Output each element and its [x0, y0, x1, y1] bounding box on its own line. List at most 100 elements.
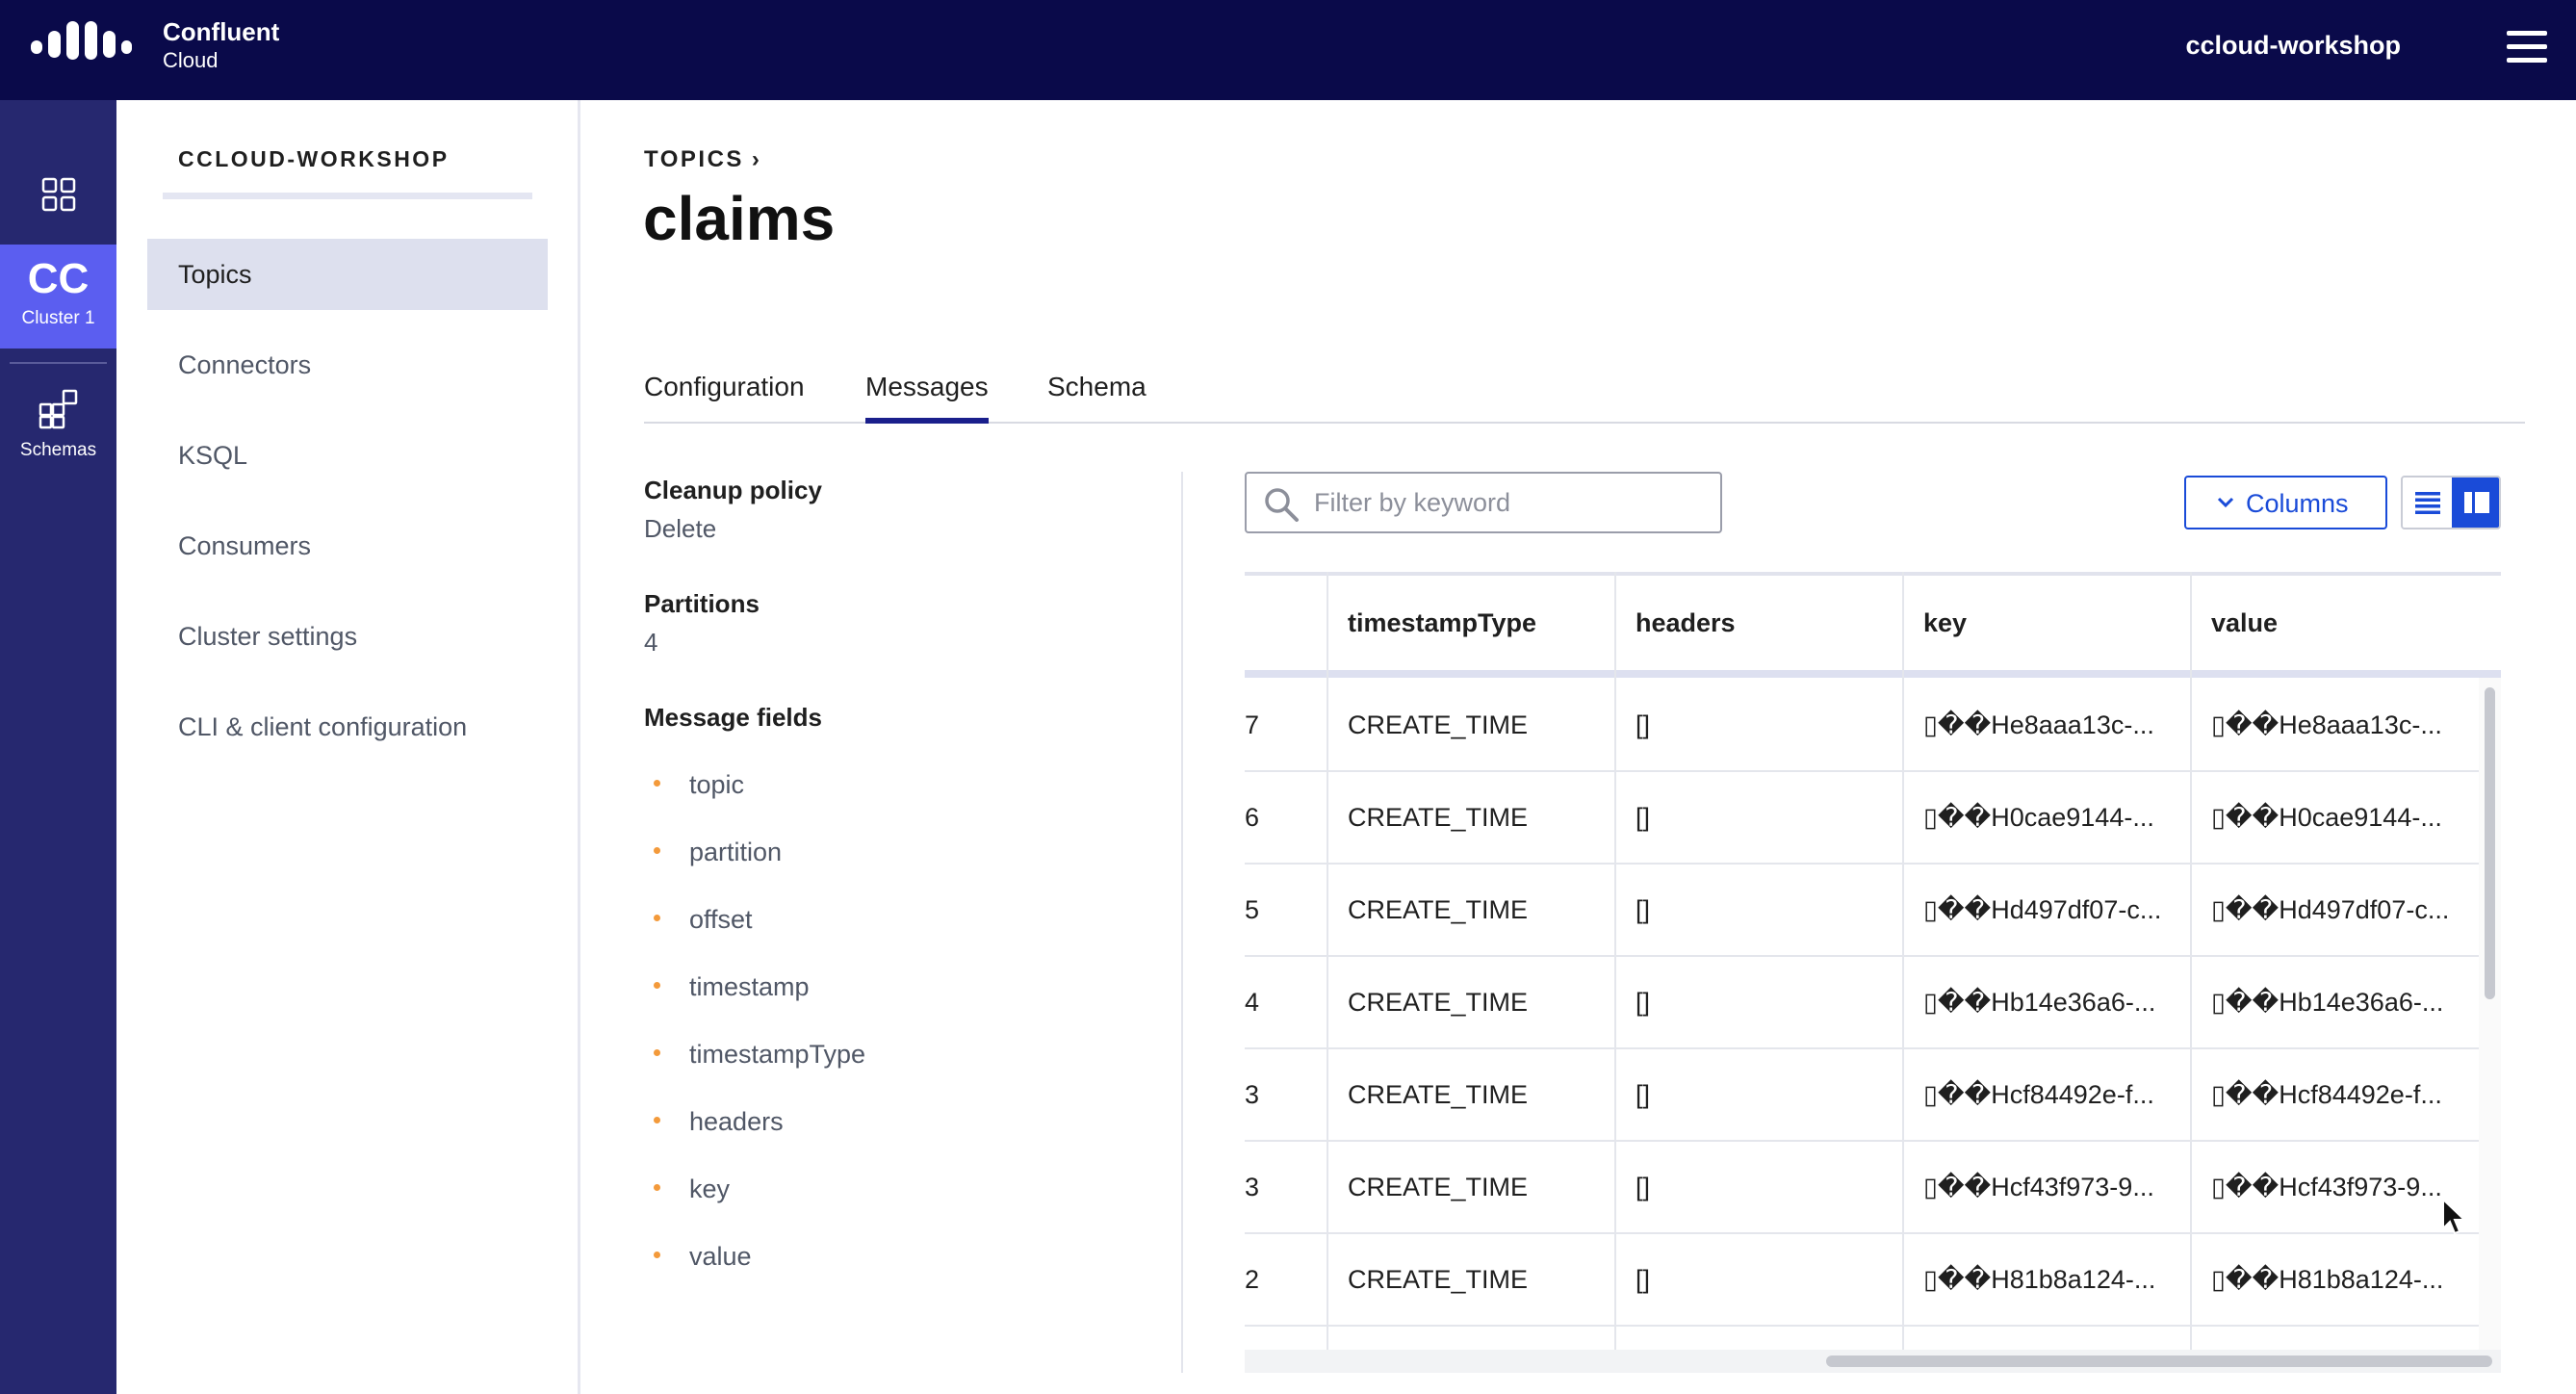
- cluster-name-underline: [163, 193, 532, 199]
- field-name: topic: [689, 770, 745, 799]
- partitions-label: Partitions: [644, 589, 760, 618]
- topic-tabs: Configuration Messages Schema: [644, 356, 2525, 424]
- field-name: timestamp: [689, 972, 810, 1001]
- cluster-nav[interactable]: CC Cluster 1: [0, 245, 116, 348]
- list-item: partition: [654, 838, 782, 867]
- list-view-button[interactable]: [2403, 478, 2452, 528]
- table-row[interactable]: 5 CREATE_TIME [] ▯��Hd497df07-c... ▯��Hd…: [1245, 865, 2479, 957]
- column-header-headers[interactable]: headers: [1616, 576, 1736, 670]
- bullet-icon: [654, 1117, 660, 1124]
- cell-offset: 3: [1245, 1173, 1260, 1201]
- list-item: value: [654, 1242, 752, 1272]
- table-row[interactable]: 3 CREATE_TIME [] ▯��Hcf43f973-9... ▯��Hc…: [1245, 1142, 2479, 1234]
- sidebar-item-topics[interactable]: Topics: [147, 239, 548, 310]
- environment-name[interactable]: ccloud-workshop: [2185, 31, 2401, 61]
- partitions-value: 4: [644, 628, 658, 657]
- tab-schema[interactable]: Schema: [1047, 372, 1146, 424]
- cell-headers: []: [1636, 803, 1651, 832]
- list-item: key: [654, 1175, 730, 1204]
- schemas-nav[interactable]: Schemas: [0, 389, 116, 476]
- dashboard-nav[interactable]: [0, 168, 116, 225]
- cell-timestamptype: CREATE_TIME: [1348, 710, 1529, 739]
- rail-divider: [10, 362, 107, 364]
- field-name: value: [689, 1242, 752, 1271]
- cell-value: ▯��Hcf84492e-f...: [2211, 1080, 2442, 1109]
- left-rail: CC Cluster 1 Schemas: [0, 100, 116, 1394]
- list-item: timestampType: [654, 1040, 865, 1070]
- sidebar-item-cli-client-config[interactable]: CLI & client configuration: [147, 691, 548, 762]
- cluster-abbreviation: CC: [27, 255, 90, 302]
- filter-input[interactable]: [1314, 483, 1709, 522]
- cell-timestamptype: CREATE_TIME: [1348, 1173, 1529, 1201]
- list-item: timestamp: [654, 972, 810, 1002]
- schemas-label: Schemas: [19, 440, 97, 460]
- horizontal-scrollbar-thumb[interactable]: [1826, 1355, 2492, 1367]
- hamburger-menu-icon[interactable]: [2507, 31, 2547, 64]
- field-name: headers: [689, 1107, 784, 1136]
- table-row[interactable]: 6 CREATE_TIME [] ▯��H0cae9144-... ▯��H0c…: [1245, 772, 2479, 865]
- cell-offset: 4: [1245, 988, 1260, 1017]
- table-row[interactable]: 4 CREATE_TIME [] ▯��Hb14e36a6-... ▯��Hb1…: [1245, 957, 2479, 1049]
- cleanup-policy-value: Delete: [644, 514, 717, 543]
- messages-table: timestampType headers key value 7 CREATE…: [1245, 572, 2501, 1373]
- cell-headers: []: [1636, 895, 1651, 924]
- bullet-icon: [654, 780, 660, 787]
- list-item: topic: [654, 770, 744, 800]
- confluent-logo-icon[interactable]: [29, 19, 133, 65]
- cell-value: ▯��He8aaa13c-...: [2211, 710, 2442, 739]
- sidebar-item-consumers[interactable]: Consumers: [147, 510, 548, 581]
- cell-value: ▯��Hcf43f973-9...: [2211, 1173, 2442, 1201]
- column-header-key[interactable]: key: [1904, 576, 1967, 670]
- cell-timestamptype: CREATE_TIME: [1348, 803, 1529, 832]
- cell-key: ▯��Hcf84492e-f...: [1923, 1080, 2154, 1109]
- details-divider: [1181, 472, 1183, 1373]
- sidebar-item-cluster-settings[interactable]: Cluster settings: [147, 601, 548, 672]
- column-header-value[interactable]: value: [2192, 576, 2278, 670]
- page-title: claims: [643, 184, 836, 253]
- cell-offset: 5: [1245, 895, 1260, 924]
- cell-offset: 3: [1245, 1080, 1260, 1109]
- brand-name: Confluent: [163, 17, 280, 46]
- vertical-scrollbar-thumb[interactable]: [2485, 687, 2495, 999]
- list-view-icon: [2415, 492, 2440, 514]
- cell-headers: []: [1636, 1173, 1651, 1201]
- cell-value: ▯��H0cae9144-...: [2211, 803, 2442, 832]
- table-row[interactable]: 7 CREATE_TIME [] ▯��He8aaa13c-... ▯��He8…: [1245, 680, 2479, 772]
- cell-offset: 6: [1245, 803, 1260, 832]
- cell-timestamptype: CREATE_TIME: [1348, 895, 1529, 924]
- schemas-icon: [39, 389, 77, 429]
- cell-value: ▯��Hd497df07-c...: [2211, 895, 2450, 924]
- cell-timestamptype: CREATE_TIME: [1348, 1265, 1529, 1294]
- view-toggle: [2401, 476, 2501, 529]
- cell-timestamptype: CREATE_TIME: [1348, 1080, 1529, 1109]
- sidebar-item-ksql[interactable]: KSQL: [147, 420, 548, 491]
- field-name: partition: [689, 838, 783, 866]
- cell-key: ▯��He8aaa13c-...: [1923, 710, 2154, 739]
- breadcrumb[interactable]: TOPICS ›: [644, 146, 760, 173]
- table-row[interactable]: 3 CREATE_TIME [] ▯��Hcf84492e-f... ▯��Hc…: [1245, 1049, 2479, 1142]
- tab-messages[interactable]: Messages: [865, 372, 989, 424]
- tab-configuration[interactable]: Configuration: [644, 372, 805, 424]
- field-name: key: [689, 1175, 731, 1203]
- chevron-down-icon: [2217, 497, 2234, 508]
- cell-offset: 7: [1245, 710, 1260, 739]
- message-fields-label: Message fields: [644, 703, 822, 732]
- filter-box[interactable]: [1245, 472, 1722, 533]
- cleanup-policy-label: Cleanup policy: [644, 476, 822, 504]
- cell-timestamptype: CREATE_TIME: [1348, 988, 1529, 1017]
- search-icon: [1265, 488, 1299, 522]
- chevron-right-icon: ›: [751, 146, 760, 172]
- cluster-sidebar: CCLOUD-WORKSHOP Topics Connectors KSQL C…: [116, 100, 580, 1394]
- table-row[interactable]: 2 CREATE_TIME [] ▯��H81b8a124-... ▯��H81…: [1245, 1234, 2479, 1327]
- column-header-timestamptype[interactable]: timestampType: [1328, 576, 1536, 670]
- card-view-button[interactable]: [2452, 478, 2499, 528]
- bullet-icon: [654, 915, 660, 922]
- cell-offset: 2: [1245, 1265, 1260, 1294]
- cell-key: ▯��Hd497df07-c...: [1923, 895, 2162, 924]
- breadcrumb-topics[interactable]: TOPICS: [644, 146, 744, 172]
- sidebar-item-connectors[interactable]: Connectors: [147, 329, 548, 400]
- field-name: timestampType: [689, 1040, 866, 1069]
- cell-headers: []: [1636, 1080, 1651, 1109]
- cell-headers: []: [1636, 710, 1651, 739]
- columns-button[interactable]: Columns: [2184, 476, 2387, 529]
